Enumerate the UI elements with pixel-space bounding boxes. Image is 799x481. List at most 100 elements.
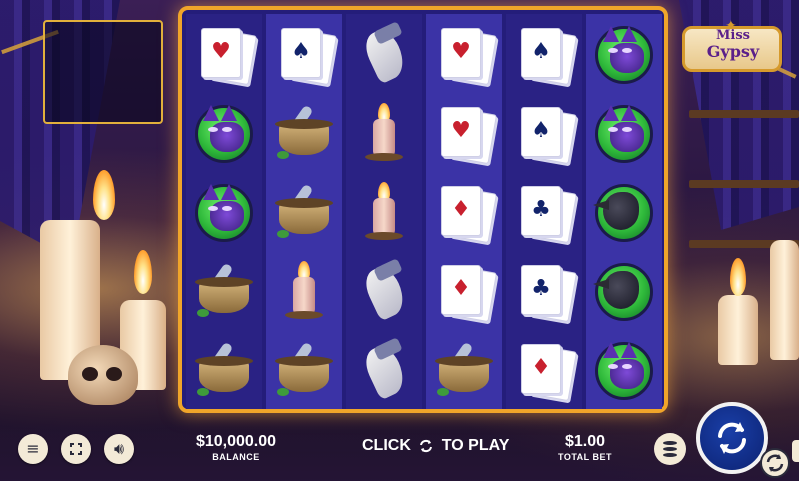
playing-card: ♦: [441, 265, 481, 315]
skull-decoration: [68, 345, 138, 405]
shelf: [689, 180, 799, 188]
cat-ear: [203, 105, 219, 121]
spin-button[interactable]: [696, 402, 768, 474]
cat-eye: [622, 127, 632, 132]
cat-eye: [222, 127, 232, 132]
symbol-clubs-card: ♣: [511, 180, 578, 246]
symbol-spades-card: ♠: [511, 22, 578, 88]
candle-decoration: [770, 240, 799, 360]
cat-eye: [608, 48, 618, 53]
spades-icon: ♠: [291, 39, 311, 64]
cat-icon: [191, 101, 257, 167]
spades-icon: ♠: [531, 118, 551, 143]
cat-ear: [221, 184, 237, 200]
symbol-diamonds-card: ♦: [431, 259, 498, 325]
playing-card: ♦: [521, 344, 561, 394]
candle-decoration: [718, 295, 758, 365]
mortar-rim: [275, 356, 333, 366]
mortar-rim: [195, 356, 253, 366]
candle-icon: [351, 101, 417, 167]
raven-icon: [591, 180, 657, 246]
cat-eye: [208, 206, 218, 211]
click-text: CLICK: [362, 437, 411, 454]
claw-icon: [351, 337, 417, 404]
hamburger-icon: ≡: [26, 439, 40, 458]
playing-card: ♠: [521, 107, 561, 157]
fullscreen-button[interactable]: [61, 434, 91, 464]
coin-stack-icon: [663, 447, 677, 451]
candle-wax: [373, 198, 395, 236]
candle-flame: [134, 250, 152, 294]
bet-settings-button[interactable]: [654, 433, 686, 465]
sound-button[interactable]: 🔊︎: [104, 434, 134, 464]
mortar-pestle-icon: [431, 338, 497, 404]
candle-wax: [293, 277, 315, 315]
game-logo: ✦ Miss Gypsy: [676, 18, 790, 80]
symbol-clubs-card: ♣: [511, 259, 578, 325]
cat-eye: [222, 206, 232, 211]
candle-flame: [730, 258, 746, 296]
mortar-rim: [195, 277, 253, 287]
diamonds-icon: ♦: [451, 276, 471, 301]
cat-icon: [591, 338, 657, 404]
playing-card: ♥: [441, 107, 481, 157]
cat-eye: [208, 127, 218, 132]
claw-icon: [351, 258, 417, 325]
raven-body: [603, 271, 639, 309]
herb-leaf: [277, 388, 289, 396]
playing-card: ♣: [521, 186, 561, 236]
mortar-rim: [275, 198, 333, 208]
mini-spin-icon: [420, 439, 433, 453]
mortar-rim: [275, 119, 333, 129]
candle-icon: [271, 259, 337, 325]
raven-beak: [593, 279, 609, 289]
playing-card: ♦: [441, 186, 481, 236]
symbol-diamonds-card: ♦: [511, 338, 578, 404]
logo-line-2: Gypsy: [706, 42, 760, 61]
symbol-hearts-card: ♥: [431, 101, 498, 167]
playing-card: ♥: [441, 28, 481, 78]
symbol-diamonds-card: ♦: [431, 180, 498, 246]
spades-icon: ♠: [531, 39, 551, 64]
herb-leaf: [277, 230, 289, 238]
skull-eye: [106, 367, 122, 381]
cat-ear: [603, 26, 619, 42]
coin-stack-icon: [663, 453, 677, 457]
raven-beak: [593, 200, 609, 210]
coin-stack-icon: [663, 441, 677, 445]
mortar-pestle-icon: [271, 101, 337, 167]
balance-display: $10,000.00 BALANCE: [188, 433, 284, 463]
hearts-icon: ♥: [451, 118, 471, 143]
skull-eye: [82, 367, 98, 381]
total-bet-display: $1.00 TOTAL BET: [552, 433, 618, 463]
cat-eye: [608, 127, 618, 132]
candle-holder: [365, 153, 403, 161]
hearts-icon: ♥: [451, 39, 471, 64]
shelf: [689, 110, 799, 118]
cat-ear: [603, 105, 619, 121]
diamonds-icon: ♦: [451, 197, 471, 222]
side-panel-tab[interactable]: [792, 440, 799, 462]
symbol-spades-card: ♠: [271, 22, 338, 88]
cat-icon: [591, 101, 657, 167]
balance-label: BALANCE: [212, 452, 260, 462]
clubs-icon: ♣: [531, 276, 551, 301]
menu-button[interactable]: ≡: [18, 434, 48, 464]
cat-eye: [608, 364, 618, 369]
cat-ear: [603, 342, 619, 358]
to-play-text: TO PLAY: [441, 437, 510, 454]
autoplay-button[interactable]: [760, 448, 790, 478]
diamonds-icon: ♦: [531, 355, 551, 380]
click-to-play-prompt[interactable]: CLICK TO PLAY: [362, 437, 509, 459]
playing-card: ♠: [521, 28, 561, 78]
herb-leaf: [197, 309, 209, 317]
cat-icon: [191, 180, 257, 246]
mortar-rim: [435, 356, 493, 366]
reel-frame: ♥ ♠ ♥ ♠ ♥ ♠ ♦ ♣ ♦ ♣ ♦: [178, 6, 668, 413]
candle-wax: [373, 119, 395, 157]
hearts-icon: ♥: [211, 39, 231, 64]
autoplay-icon: [766, 454, 784, 472]
playing-card: ♥: [201, 28, 241, 78]
mortar-pestle-icon: [191, 338, 257, 404]
playing-card: ♣: [521, 265, 561, 315]
